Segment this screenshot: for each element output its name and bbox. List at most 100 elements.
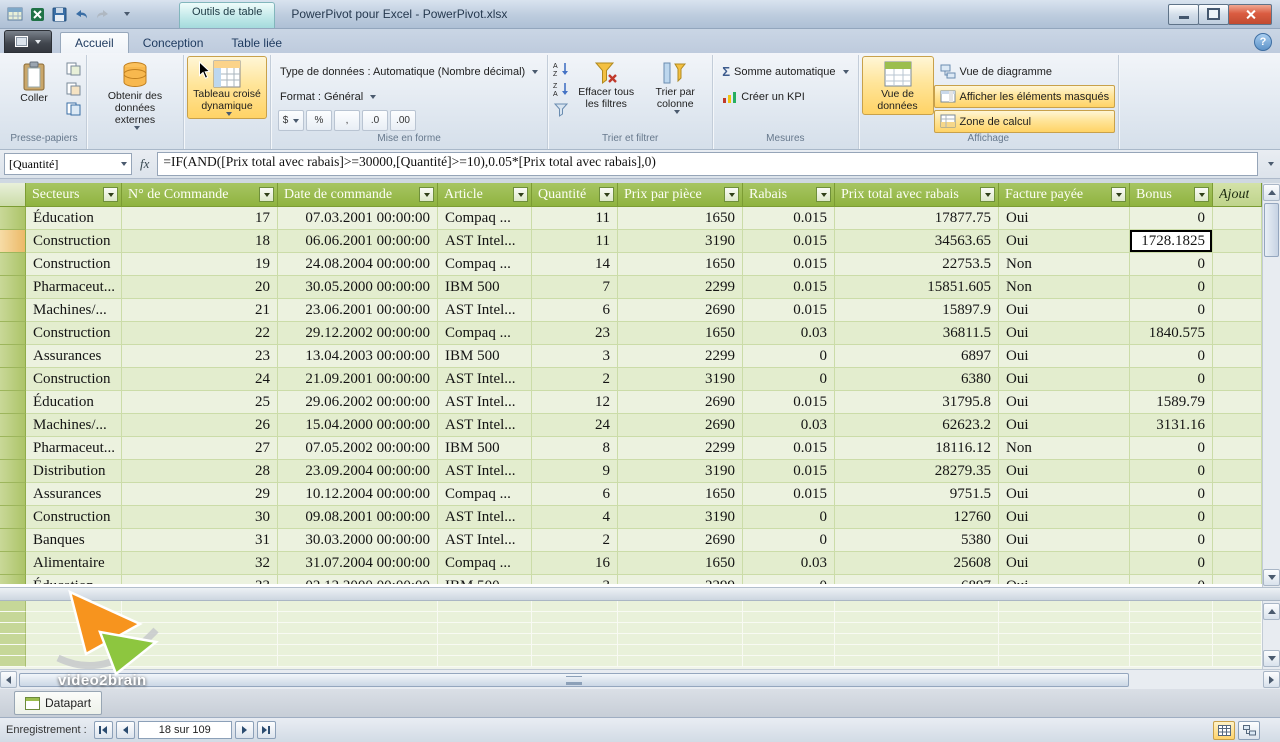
table-cell[interactable]: 30.03.2000 00:00:00: [278, 529, 438, 552]
calc-cell[interactable]: [122, 634, 278, 645]
help-icon[interactable]: [1254, 33, 1272, 51]
row-selector[interactable]: [0, 391, 26, 414]
calc-cell[interactable]: [532, 601, 618, 612]
column-header-article[interactable]: Article: [438, 183, 532, 206]
filter-dropdown-icon[interactable]: [259, 187, 274, 202]
table-cell[interactable]: Non: [999, 437, 1130, 460]
calc-cell[interactable]: [438, 634, 532, 645]
table-cell[interactable]: 0.015: [743, 483, 835, 506]
add-column-cell[interactable]: [1213, 345, 1262, 368]
table-cell[interactable]: 2299: [618, 575, 743, 584]
previous-record-button[interactable]: [115, 721, 135, 739]
restore-button[interactable]: [1198, 3, 1229, 25]
calc-cell[interactable]: [1213, 656, 1262, 667]
calc-cell[interactable]: [999, 623, 1130, 634]
first-record-button[interactable]: [93, 721, 113, 739]
add-column-cell[interactable]: [1213, 575, 1262, 584]
sort-by-column-button[interactable]: Trier par colonne: [641, 56, 709, 117]
column-header-secteurs[interactable]: Secteurs: [26, 183, 122, 206]
table-cell[interactable]: 23.06.2001 00:00:00: [278, 299, 438, 322]
table-cell[interactable]: 0: [1130, 483, 1213, 506]
table-cell[interactable]: AST Intel...: [438, 506, 532, 529]
calc-cell[interactable]: [618, 623, 743, 634]
table-cell[interactable]: 22: [122, 322, 278, 345]
vertical-scrollbar[interactable]: [1262, 183, 1280, 587]
table-cell[interactable]: 21: [122, 299, 278, 322]
add-column-header[interactable]: Ajout: [1213, 183, 1262, 206]
add-column-cell[interactable]: [1213, 276, 1262, 299]
table-cell[interactable]: 25608: [835, 552, 999, 575]
table-cell[interactable]: 1728.1825: [1130, 230, 1213, 253]
table-cell[interactable]: Non: [999, 276, 1130, 299]
add-column-cell[interactable]: [1213, 299, 1262, 322]
table-cell[interactable]: 18: [122, 230, 278, 253]
table-cell[interactable]: Construction: [26, 506, 122, 529]
calc-cell[interactable]: [835, 623, 999, 634]
redo-icon[interactable]: [93, 5, 113, 23]
table-cell[interactable]: 1650: [618, 322, 743, 345]
table-cell[interactable]: 0: [1130, 207, 1213, 230]
table-cell[interactable]: 8: [532, 437, 618, 460]
table-cell[interactable]: 17: [122, 207, 278, 230]
filter-dropdown-icon[interactable]: [513, 187, 528, 202]
calc-cell[interactable]: [438, 601, 532, 612]
row-selector[interactable]: [0, 368, 26, 391]
table-cell[interactable]: 0.03: [743, 414, 835, 437]
calc-cell[interactable]: [122, 612, 278, 623]
calc-cell[interactable]: [1213, 634, 1262, 645]
row-selector[interactable]: [0, 207, 26, 230]
add-column-cell[interactable]: [1213, 552, 1262, 575]
add-column-cell[interactable]: [1213, 230, 1262, 253]
table-cell[interactable]: 15.04.2000 00:00:00: [278, 414, 438, 437]
calc-cell[interactable]: [835, 634, 999, 645]
table-cell[interactable]: 15897.9: [835, 299, 999, 322]
table-cell[interactable]: Pharmaceut...: [26, 437, 122, 460]
table-cell[interactable]: 0.03: [743, 322, 835, 345]
table-cell[interactable]: 2690: [618, 529, 743, 552]
calc-cell[interactable]: [1213, 623, 1262, 634]
table-cell[interactable]: 0: [1130, 575, 1213, 584]
table-cell[interactable]: 10.12.2004 00:00:00: [278, 483, 438, 506]
table-cell[interactable]: 36811.5: [835, 322, 999, 345]
table-cell[interactable]: 0.015: [743, 391, 835, 414]
table-cell[interactable]: 0: [1130, 345, 1213, 368]
show-hidden-button[interactable]: Afficher les éléments masqués: [933, 85, 1116, 108]
table-cell[interactable]: 1650: [618, 552, 743, 575]
calc-cell[interactable]: [1213, 601, 1262, 612]
calc-cell[interactable]: [618, 656, 743, 667]
table-cell[interactable]: Oui: [999, 322, 1130, 345]
table-cell[interactable]: 6: [532, 483, 618, 506]
column-header-prix-piece[interactable]: Prix par pièce: [618, 183, 743, 206]
table-cell[interactable]: AST Intel...: [438, 391, 532, 414]
table-cell[interactable]: 0.015: [743, 437, 835, 460]
table-cell[interactable]: 1650: [618, 253, 743, 276]
filter-dropdown-icon[interactable]: [724, 187, 739, 202]
data-type-dropdown[interactable]: Type de données : Automatique (Nombre dé…: [274, 60, 544, 83]
row-selector[interactable]: [0, 437, 26, 460]
table-cell[interactable]: Oui: [999, 575, 1130, 584]
sort-az-icon[interactable]: AZ: [551, 60, 571, 78]
table-cell[interactable]: Banques: [26, 529, 122, 552]
filter-dropdown-icon[interactable]: [816, 187, 831, 202]
paste-button[interactable]: Coller: [5, 56, 63, 107]
table-cell[interactable]: 9751.5: [835, 483, 999, 506]
filter-dropdown-icon[interactable]: [1194, 187, 1209, 202]
table-cell[interactable]: Oui: [999, 207, 1130, 230]
percent-button[interactable]: %: [306, 110, 332, 131]
table-cell[interactable]: Oui: [999, 483, 1130, 506]
table-cell[interactable]: 3190: [618, 460, 743, 483]
calc-row-selector[interactable]: [0, 623, 26, 634]
row-selector[interactable]: [0, 230, 26, 253]
calc-cell[interactable]: [999, 656, 1130, 667]
table-cell[interactable]: 3: [532, 345, 618, 368]
table-cell[interactable]: 1840.575: [1130, 322, 1213, 345]
table-cell[interactable]: 16: [532, 552, 618, 575]
calc-cell[interactable]: [26, 656, 122, 667]
filter-dropdown-icon[interactable]: [599, 187, 614, 202]
calc-cell[interactable]: [835, 645, 999, 656]
calc-cell[interactable]: [999, 634, 1130, 645]
table-cell[interactable]: 0: [1130, 460, 1213, 483]
table-cell[interactable]: 33: [122, 575, 278, 584]
horizontal-scrollbar[interactable]: [0, 669, 1280, 689]
app-icon[interactable]: [5, 5, 25, 23]
